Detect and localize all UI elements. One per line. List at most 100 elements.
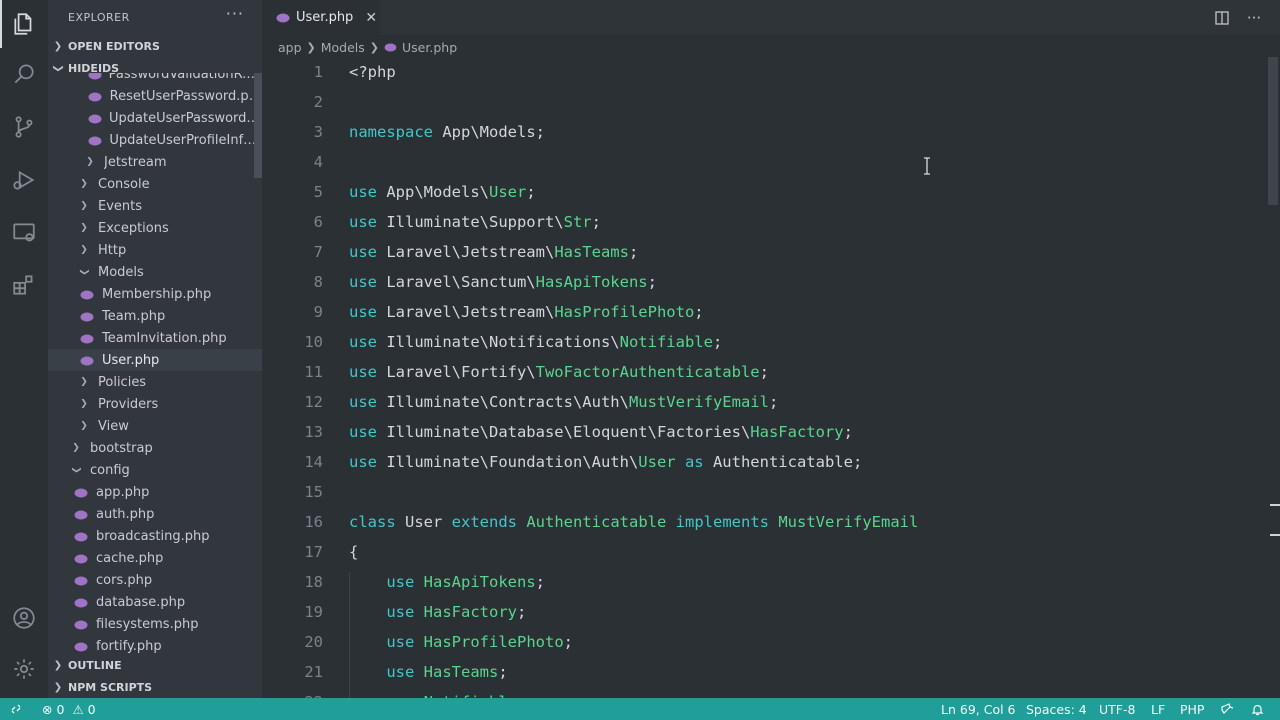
code-line[interactable]: namespace App\Models; [349,117,545,147]
code-line[interactable]: <?php [349,57,396,87]
folder-item[interactable]: ❯ config [48,459,262,481]
open-editors-section[interactable]: ❯ OPEN EDITORS [48,35,262,57]
chevron-down-icon: ❯ [71,466,81,474]
file-item[interactable]: Team.php [48,305,262,327]
file-item[interactable]: cors.php [48,569,262,591]
tree-item-label: TeamInvitation.php [102,330,227,346]
code-line[interactable]: use App\Models\User; [349,177,536,207]
code-line[interactable]: use Notifiable; [349,687,526,698]
file-item[interactable]: fortify.php [48,635,262,655]
folder-item[interactable]: ❯ Jetstream [48,151,262,173]
folder-item[interactable]: ❯ Events [48,195,262,217]
indentation[interactable]: Spaces: 4 [1026,698,1087,720]
feedback-icon[interactable] [1221,698,1235,720]
file-item[interactable]: UpdateUserPassword.p... [48,107,262,129]
scrollbar-thumb[interactable] [1268,57,1278,205]
tree-item-label: bootstrap [90,440,153,456]
cursor-position[interactable]: Ln 69, Col 6 [941,698,1016,720]
code-line[interactable]: use HasApiTokens; [349,567,545,597]
code-token: Str [563,213,592,231]
file-item[interactable]: filesystems.php [48,613,262,635]
breadcrumb-item[interactable]: app [278,40,302,55]
folder-item[interactable]: ❯ View [48,415,262,437]
code-token: ; [535,573,545,591]
explorer-icon[interactable] [0,0,48,48]
tab-user-php[interactable]: User.php ✕ [262,0,380,35]
end-of-line[interactable]: LF [1151,698,1165,720]
source-control-icon[interactable] [0,103,48,151]
close-icon[interactable]: ✕ [365,10,377,26]
code-line[interactable]: use Laravel\Jetstream\HasProfilePhoto; [349,297,704,327]
run-debug-icon[interactable] [0,156,48,204]
line-number: 19 [304,603,323,621]
file-item[interactable]: app.php [48,481,262,503]
code-line[interactable]: use Laravel\Fortify\TwoFactorAuthenticat… [349,357,769,387]
code-line[interactable]: use Illuminate\Database\Eloquent\Factori… [349,417,853,447]
file-item[interactable]: User.php [48,349,262,371]
settings-gear-icon[interactable] [0,645,48,693]
code-editor[interactable]: 1 <?php 2 3 namespace App\Models; 4 5 use App\M… [262,57,1262,698]
remote-explorer-icon[interactable] [0,209,48,257]
chevron-right-icon: ❯ [53,659,63,671]
encoding[interactable]: UTF-8 [1099,698,1135,720]
folder-item[interactable]: ❯ bootstrap [48,437,262,459]
file-item[interactable]: PasswordValidationRule... [48,73,262,85]
folder-item[interactable]: ❯ Policies [48,371,262,393]
code-token: Illuminate\Foundation\Auth\ [377,453,639,471]
code-token: use [349,303,377,321]
file-item[interactable]: TeamInvitation.php [48,327,262,349]
code-line[interactable]: use HasProfilePhoto; [349,627,573,657]
chevron-right-icon: ❯ [80,245,88,255]
code-line[interactable]: use Illuminate\Support\Str; [349,207,601,237]
breadcrumb-item[interactable]: User.php [402,40,457,55]
extensions-icon[interactable] [0,261,48,309]
search-icon[interactable] [0,50,48,98]
line-number: 3 [313,123,323,141]
notifications-bell-icon[interactable] [1251,698,1264,720]
tree-item-label: UpdateUserPassword.p... [108,110,262,126]
remote-indicator-icon[interactable] [10,698,22,720]
file-item[interactable]: broadcasting.php [48,525,262,547]
code-token: Laravel\Jetstream\ [377,243,555,261]
code-token: HasTeams [554,243,629,261]
code-token: Illuminate\Contracts\Auth\ [377,393,629,411]
breadcrumb-item[interactable]: Models [321,40,365,55]
code-line[interactable]: use Illuminate\Notifications\Notifiable; [349,327,722,357]
folder-item[interactable]: ❯ Http [48,239,262,261]
code-line[interactable]: use Illuminate\Foundation\Auth\User as A… [349,447,862,477]
code-line[interactable]: use Laravel\Jetstream\HasTeams; [349,237,638,267]
code-line[interactable]: use Laravel\Sanctum\HasApiTokens; [349,267,657,297]
code-line[interactable]: class User extends Authenticatable imple… [349,507,918,537]
file-item[interactable]: auth.php [48,503,262,525]
split-editor-icon[interactable] [1212,8,1232,28]
npm-scripts-section[interactable]: ❯ NPM SCRIPTS [48,676,262,698]
language-mode[interactable]: PHP [1180,698,1204,720]
code-line[interactable]: use Illuminate\Contracts\Auth\MustVerify… [349,387,778,417]
folder-item[interactable]: ❯ Exceptions [48,217,262,239]
folder-item[interactable]: ❯ Providers [48,393,262,415]
file-tree: PasswordValidationRule... ResetUserPasswo… [48,73,262,655]
code-token: Laravel\Sanctum\ [377,273,536,291]
more-actions-icon[interactable]: ··· [226,4,244,23]
outline-section[interactable]: ❯ OUTLINE [48,654,262,676]
sidebar-scrollbar[interactable] [254,73,262,178]
file-item[interactable]: cache.php [48,547,262,569]
file-item[interactable]: database.php [48,591,262,613]
code-line[interactable]: { [349,537,358,567]
file-item[interactable]: UpdateUserProfileInfor... [48,129,262,151]
problems-indicator[interactable]: ⊗ 0 ⚠ 0 [42,698,96,720]
more-actions-icon[interactable]: ··· [1244,8,1264,28]
code-line[interactable]: use HasTeams; [349,657,507,687]
account-icon[interactable] [0,594,48,642]
line-number: 10 [304,333,323,351]
file-item[interactable]: ResetUserPassword.php [48,85,262,107]
folder-item[interactable]: ❯ Console [48,173,262,195]
editor-scrollbar[interactable] [1266,57,1280,698]
php-file-icon [74,619,92,630]
folder-item[interactable]: ❯ Models [48,261,262,283]
code-line[interactable]: use HasFactory; [349,597,526,627]
file-item[interactable]: Membership.php [48,283,262,305]
